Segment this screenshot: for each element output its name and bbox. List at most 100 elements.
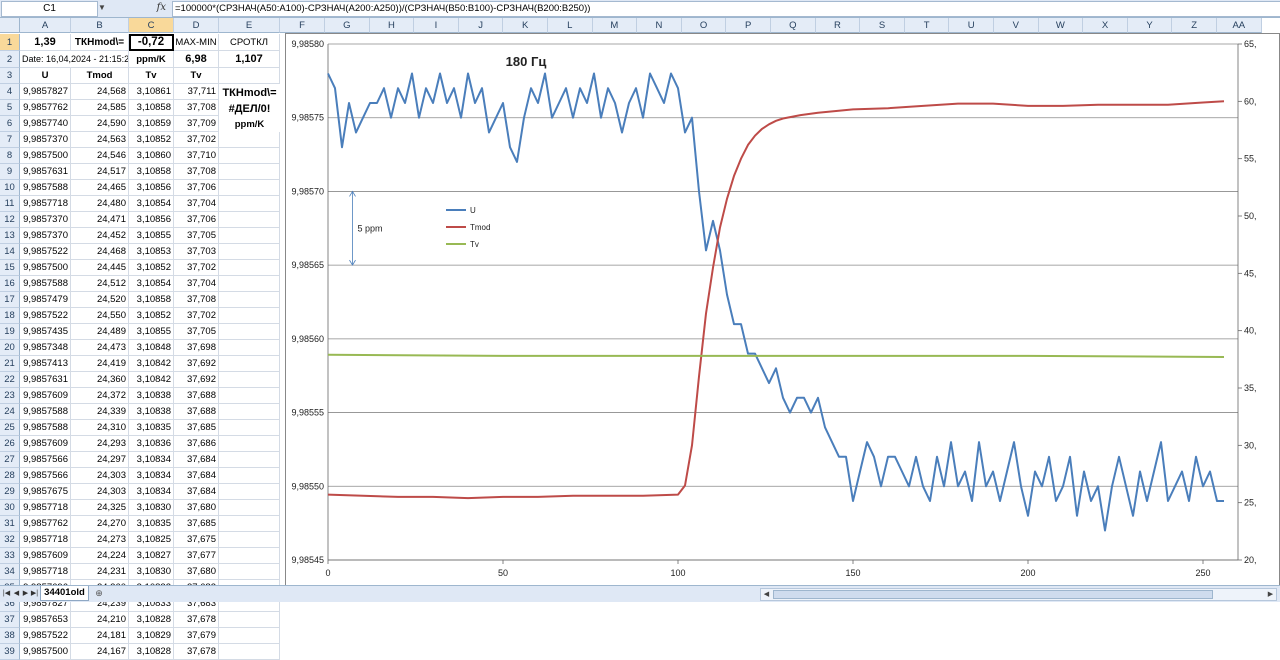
data-cell[interactable]: 3,10834 (129, 468, 174, 484)
data-cell[interactable]: 37,708 (174, 100, 219, 116)
data-cell[interactable]: 3,10830 (129, 500, 174, 516)
cell-e4-note[interactable]: ТКНmod\= #ДЕЛ/0! ppm/K (219, 84, 280, 134)
data-cell[interactable]: 24,419 (71, 356, 129, 372)
cell-c1[interactable]: -0,72 (129, 34, 174, 51)
cell-d1[interactable]: MAX-MIN (174, 34, 219, 51)
column-header-j[interactable]: J (459, 18, 504, 33)
data-cell[interactable]: 37,702 (174, 132, 219, 148)
data-cell[interactable]: 3,10835 (129, 516, 174, 532)
data-cell[interactable]: 24,297 (71, 452, 129, 468)
cell-c2[interactable]: ppm/K (129, 51, 174, 68)
row-header-30[interactable]: 30 (0, 500, 20, 516)
row-header-3[interactable]: 3 (0, 68, 20, 84)
data-cell[interactable]: 24,293 (71, 436, 129, 452)
row-header-28[interactable]: 28 (0, 468, 20, 484)
column-header-s[interactable]: S (860, 18, 905, 33)
column-header-d[interactable]: D (174, 18, 219, 33)
empty-cell[interactable] (219, 420, 280, 436)
data-cell[interactable]: 9,9857762 (20, 100, 71, 116)
row-header-37[interactable]: 37 (0, 612, 20, 628)
empty-cell[interactable] (219, 308, 280, 324)
data-cell[interactable]: 3,10853 (129, 244, 174, 260)
empty-cell[interactable] (219, 276, 280, 292)
data-cell[interactable]: 3,10854 (129, 196, 174, 212)
column-header-i[interactable]: I (414, 18, 459, 33)
data-cell[interactable]: 24,303 (71, 468, 129, 484)
data-cell[interactable]: 37,680 (174, 564, 219, 580)
empty-cell[interactable] (219, 484, 280, 500)
row-header-31[interactable]: 31 (0, 516, 20, 532)
cell-a1[interactable]: 1,39 (20, 34, 71, 51)
data-cell[interactable]: 3,10842 (129, 372, 174, 388)
sheet-tab[interactable]: 34401old (40, 586, 89, 601)
data-cell[interactable]: 9,9857675 (20, 484, 71, 500)
data-cell[interactable]: 9,9857522 (20, 628, 71, 644)
data-cell[interactable]: 3,10834 (129, 452, 174, 468)
empty-cell[interactable] (219, 388, 280, 404)
row-header-18[interactable]: 18 (0, 308, 20, 324)
empty-cell[interactable] (219, 548, 280, 564)
data-cell[interactable]: 9,9857348 (20, 340, 71, 356)
data-cell[interactable]: 37,684 (174, 452, 219, 468)
cell-d3[interactable]: Tv (174, 68, 219, 84)
empty-cell[interactable] (219, 148, 280, 164)
row-header-1[interactable]: 1 (0, 34, 20, 51)
row-header-7[interactable]: 7 (0, 132, 20, 148)
row-header-34[interactable]: 34 (0, 564, 20, 580)
data-cell[interactable]: 9,9857588 (20, 404, 71, 420)
data-cell[interactable]: 9,9857588 (20, 276, 71, 292)
scrollbar-thumb[interactable] (773, 590, 1213, 599)
cell-b3[interactable]: Tmod (71, 68, 129, 84)
empty-cell[interactable] (219, 612, 280, 628)
column-header-h[interactable]: H (370, 18, 415, 33)
empty-cell[interactable] (219, 404, 280, 420)
insert-function-button[interactable]: fx (128, 1, 166, 15)
data-cell[interactable]: 24,563 (71, 132, 129, 148)
column-header-n[interactable]: N (637, 18, 682, 33)
empty-cell[interactable] (219, 644, 280, 660)
next-sheet-icon[interactable]: ▶ (21, 589, 30, 599)
empty-cell[interactable] (219, 244, 280, 260)
empty-cell[interactable] (219, 532, 280, 548)
data-cell[interactable]: 37,679 (174, 628, 219, 644)
data-cell[interactable]: 37,703 (174, 244, 219, 260)
data-cell[interactable]: 9,9857827 (20, 84, 71, 100)
empty-cell[interactable] (219, 180, 280, 196)
data-cell[interactable]: 3,10836 (129, 436, 174, 452)
data-cell[interactable]: 3,10854 (129, 276, 174, 292)
data-cell[interactable]: 24,471 (71, 212, 129, 228)
empty-cell[interactable] (219, 260, 280, 276)
data-cell[interactable]: 24,517 (71, 164, 129, 180)
cell-d2[interactable]: 6,98 (174, 51, 219, 68)
data-cell[interactable]: 9,9857609 (20, 436, 71, 452)
data-cell[interactable]: 9,9857500 (20, 644, 71, 660)
column-header-x[interactable]: X (1083, 18, 1128, 33)
column-header-y[interactable]: Y (1128, 18, 1173, 33)
data-cell[interactable]: 9,9857631 (20, 164, 71, 180)
column-header-c[interactable]: C (129, 18, 174, 33)
data-cell[interactable]: 9,9857522 (20, 244, 71, 260)
column-header-v[interactable]: V (994, 18, 1039, 33)
row-header-38[interactable]: 38 (0, 628, 20, 644)
cell-a3[interactable]: U (20, 68, 71, 84)
row-header-13[interactable]: 13 (0, 228, 20, 244)
data-cell[interactable]: 24,465 (71, 180, 129, 196)
data-cell[interactable]: 9,9857588 (20, 420, 71, 436)
empty-cell[interactable] (219, 340, 280, 356)
data-cell[interactable]: 9,9857762 (20, 516, 71, 532)
data-cell[interactable]: 3,10838 (129, 404, 174, 420)
column-header-a[interactable]: A (20, 18, 71, 33)
data-cell[interactable]: 24,181 (71, 628, 129, 644)
data-cell[interactable]: 24,568 (71, 84, 129, 100)
row-header-14[interactable]: 14 (0, 244, 20, 260)
data-cell[interactable]: 3,10858 (129, 100, 174, 116)
row-header-33[interactable]: 33 (0, 548, 20, 564)
row-header-32[interactable]: 32 (0, 532, 20, 548)
select-all-corner[interactable] (0, 18, 20, 33)
data-cell[interactable]: 3,10856 (129, 180, 174, 196)
data-cell[interactable]: 9,9857370 (20, 212, 71, 228)
data-cell[interactable]: 24,590 (71, 116, 129, 132)
column-header-aa[interactable]: AA (1217, 18, 1262, 33)
data-cell[interactable]: 24,546 (71, 148, 129, 164)
data-cell[interactable]: 37,705 (174, 324, 219, 340)
